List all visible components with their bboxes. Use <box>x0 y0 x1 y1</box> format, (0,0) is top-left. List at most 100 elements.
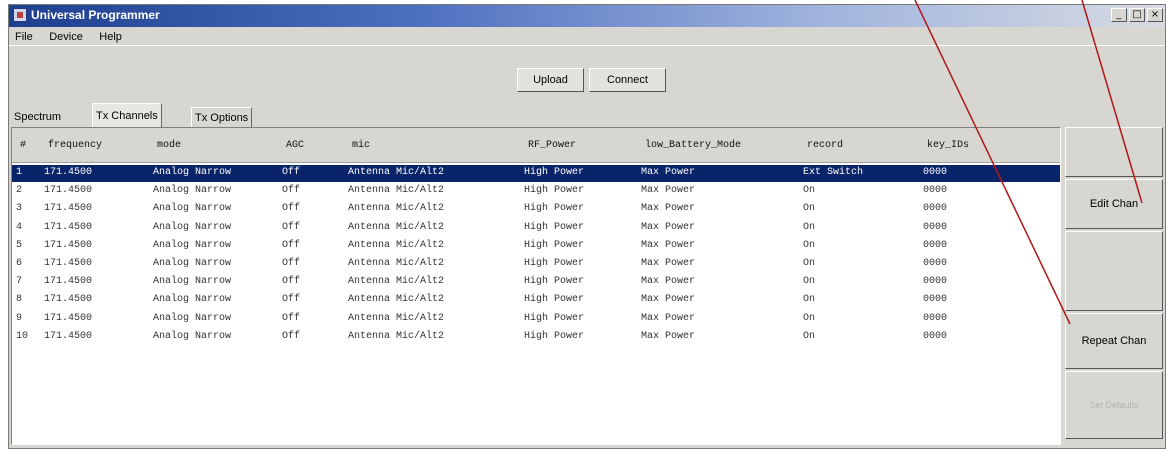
cell-record: On <box>803 294 816 306</box>
tab-tx-options[interactable]: Tx Options <box>191 107 253 127</box>
menu-device[interactable]: Device <box>43 29 89 43</box>
menu-file[interactable]: File <box>9 29 39 43</box>
cell-frequency: 171.4500 <box>44 239 93 251</box>
header-col-index[interactable]: # <box>20 140 26 151</box>
table-row[interactable]: 4 171.4500 Analog Narrow Off Antenna Mic/Alt… <box>12 220 1060 237</box>
window-controls: _ □ × <box>1111 8 1163 22</box>
cell-mode: Analog Narrow <box>153 167 232 178</box>
cell-mode: Analog Narrow <box>153 276 232 288</box>
cell-mode: Analog Narrow <box>153 185 232 197</box>
cell-key-ids: 0000 <box>923 239 948 251</box>
header-col-record[interactable]: record <box>807 140 843 151</box>
app-icon <box>13 8 27 22</box>
cell-record: On <box>803 239 816 251</box>
cell-record: On <box>803 258 816 269</box>
cell-rf-power: High Power <box>524 185 585 197</box>
table-row[interactable]: 3 171.4500 Analog Narrow Off Antenna Mic/Alt… <box>12 201 1060 218</box>
cell-frequency: 171.4500 <box>44 294 93 306</box>
minimize-button[interactable]: _ <box>1111 8 1127 22</box>
menu-bar: File Device Help <box>9 27 1165 45</box>
cell-index: 1 <box>16 167 23 178</box>
maximize-button[interactable]: □ <box>1129 8 1145 22</box>
cell-mic: Antenna Mic/Alt2 <box>348 239 445 251</box>
cell-record: Ext Switch <box>803 167 864 178</box>
cell-frequency: 171.4500 <box>44 330 93 342</box>
cell-mic: Antenna Mic/Alt2 <box>348 312 445 324</box>
title-bar[interactable]: Universal Programmer _ □ × <box>9 5 1165 27</box>
header-col-mode[interactable]: mode <box>157 140 181 151</box>
app-window: Universal Programmer _ □ × File Device H… <box>8 4 1166 449</box>
cell-index: 10 <box>16 330 29 342</box>
cell-rf-power: High Power <box>524 276 585 288</box>
cell-mode: Analog Narrow <box>153 312 232 324</box>
cell-rf-power: High Power <box>524 330 585 342</box>
cell-record: On <box>803 185 816 197</box>
menu-help[interactable]: Help <box>93 29 128 43</box>
table-row[interactable]: 9 171.4500 Analog Narrow Off Antenna Mic/Alt… <box>12 311 1060 328</box>
cell-record: On <box>803 330 816 342</box>
table-header: # frequency mode AGC mic RF_Power low_Battery_… <box>12 128 1060 163</box>
cell-agc: Off <box>282 330 301 342</box>
cell-low-battery-mode: Max Power <box>641 185 696 197</box>
cell-index: 7 <box>16 276 23 288</box>
cell-index: 3 <box>16 203 23 215</box>
header-col-frequency[interactable]: frequency <box>48 140 102 151</box>
upload-button[interactable]: Upload <box>517 68 584 92</box>
cell-agc: Off <box>282 239 301 251</box>
cell-mode: Analog Narrow <box>153 294 232 306</box>
cell-low-battery-mode: Max Power <box>641 239 696 251</box>
table-row[interactable]: 1 171.4500 Analog Narrow Off Antenna Mic/Alt… <box>12 165 1060 182</box>
table-row[interactable]: 7 171.4500 Analog Narrow Off Antenna Mic/Alt… <box>12 274 1060 291</box>
cell-record: On <box>803 221 816 233</box>
cell-frequency: 171.4500 <box>44 258 93 269</box>
cell-frequency: 171.4500 <box>44 167 93 178</box>
cell-mic: Antenna Mic/Alt2 <box>348 330 445 342</box>
cell-mic: Antenna Mic/Alt2 <box>348 185 445 197</box>
cell-key-ids: 0000 <box>923 185 948 197</box>
cell-key-ids: 0000 <box>923 312 948 324</box>
cell-frequency: 171.4500 <box>44 203 93 215</box>
toolbar: Upload Connect <box>9 45 1165 102</box>
side-panel: Edit Chan Repeat Chan Set Defaults <box>1065 127 1165 445</box>
cell-index: 5 <box>16 239 23 251</box>
cell-mic: Antenna Mic/Alt2 <box>348 203 445 215</box>
header-col-rf-power[interactable]: RF_Power <box>528 140 576 151</box>
tab-tx-channels[interactable]: Tx Channels <box>92 103 162 127</box>
cell-index: 6 <box>16 258 23 269</box>
cell-record: On <box>803 203 816 215</box>
cell-agc: Off <box>282 258 301 269</box>
cell-index: 9 <box>16 312 23 324</box>
header-col-key-ids[interactable]: key_IDs <box>927 140 969 151</box>
channel-table[interactable]: # frequency mode AGC mic RF_Power low_Battery_… <box>11 127 1061 445</box>
tab-spectrum[interactable]: Spectrum <box>11 107 64 127</box>
cell-key-ids: 0000 <box>923 294 948 306</box>
table-row[interactable]: 2 171.4500 Analog Narrow Off Antenna Mic/Alt… <box>12 183 1060 200</box>
cell-key-ids: 0000 <box>923 221 948 233</box>
header-col-low-battery-mode[interactable]: low_Battery_Mode <box>645 140 741 151</box>
cell-key-ids: 0000 <box>923 276 948 288</box>
header-col-agc[interactable]: AGC <box>286 140 304 151</box>
cell-mic: Antenna Mic/Alt2 <box>348 276 445 288</box>
repeat-chan-button[interactable]: Repeat Chan <box>1065 313 1163 369</box>
cell-low-battery-mode: Max Power <box>641 258 696 269</box>
cell-key-ids: 0000 <box>923 167 948 178</box>
side-spacer-mid <box>1065 231 1163 311</box>
cell-mic: Antenna Mic/Alt2 <box>348 221 445 233</box>
edit-chan-button[interactable]: Edit Chan <box>1065 179 1163 229</box>
table-row[interactable]: 8 171.4500 Analog Narrow Off Antenna Mic/Alt… <box>12 292 1060 309</box>
close-button[interactable]: × <box>1147 8 1163 22</box>
cell-agc: Off <box>282 203 301 215</box>
cell-frequency: 171.4500 <box>44 221 93 233</box>
cell-rf-power: High Power <box>524 167 585 178</box>
cell-mode: Analog Narrow <box>153 258 232 269</box>
table-row[interactable]: 10 171.4500 Analog Narrow Off Antenna Mic/Al… <box>12 329 1060 346</box>
cell-record: On <box>803 312 816 324</box>
connect-button[interactable]: Connect <box>589 68 666 92</box>
cell-rf-power: High Power <box>524 294 585 306</box>
table-row[interactable]: 5 171.4500 Analog Narrow Off Antenna Mic/Alt… <box>12 238 1060 255</box>
cell-low-battery-mode: Max Power <box>641 294 696 306</box>
cell-low-battery-mode: Max Power <box>641 167 696 178</box>
header-col-mic[interactable]: mic <box>352 140 370 151</box>
cell-agc: Off <box>282 276 301 288</box>
table-row[interactable]: 6 171.4500 Analog Narrow Off Antenna Mic/Alt… <box>12 256 1060 273</box>
